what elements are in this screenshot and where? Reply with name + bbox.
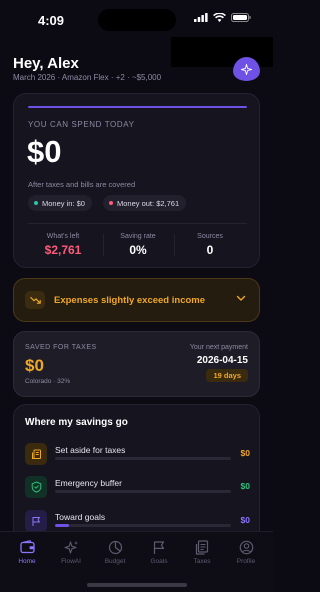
next-payment-date: 2026-04-15	[196, 355, 248, 366]
money-out-chip[interactable]: Money out: $2,761	[103, 195, 187, 211]
stat-label: Saving rate	[120, 233, 156, 240]
dynamic-island	[98, 9, 176, 31]
tab-label: Taxes	[193, 558, 211, 565]
money-out-dot	[109, 201, 113, 205]
savings-row-amount: $0	[240, 481, 250, 491]
tab-label: Budget	[104, 558, 126, 565]
tab-taxes[interactable]: Taxes	[182, 539, 222, 565]
document-icon	[182, 539, 222, 555]
money-in-label: Money in: $0	[42, 198, 85, 208]
divider	[28, 223, 247, 224]
savings-progress-track	[55, 524, 231, 527]
status-icons	[194, 13, 251, 22]
days-badge: 19 days	[206, 369, 248, 382]
stat-value: $2,761	[44, 243, 82, 257]
stat-label: Sources	[197, 233, 223, 240]
taxes-card[interactable]: SAVED FOR TAXES $0 Colorado · 32% Your n…	[13, 331, 260, 397]
shield-icon	[25, 476, 47, 498]
signal-icon	[194, 13, 208, 22]
taxes-label: SAVED FOR TAXES	[25, 344, 97, 351]
savings-row-name: Toward goals	[55, 512, 106, 522]
sparkle-icon	[51, 539, 91, 555]
tab-profile[interactable]: Profile	[226, 539, 266, 565]
money-out-label: Money out: $2,761	[117, 198, 180, 208]
stat-saving-rate: Saving rate 0%	[103, 233, 173, 257]
taxes-value: $0	[25, 356, 44, 375]
tab-label: Home	[18, 558, 36, 565]
stat-sources: Sources 0	[175, 233, 245, 257]
tab-home[interactable]: Home	[7, 539, 47, 565]
savings-card: Where my savings go Set aside for taxes …	[13, 404, 260, 534]
spend-today-card[interactable]: YOU CAN SPEND TODAY $0 After taxes and b…	[13, 93, 260, 268]
battery-icon	[231, 13, 251, 22]
savings-progress-track	[55, 490, 231, 493]
tab-budget[interactable]: Budget	[95, 539, 135, 565]
savings-row-amount: $0	[240, 515, 250, 525]
status-bar: 4:09	[0, 0, 273, 40]
flag-icon	[139, 539, 179, 555]
sparkle-icon	[241, 63, 252, 75]
card-accent-line	[28, 106, 247, 108]
stat-value: 0%	[129, 243, 147, 257]
alert-text: Expenses slightly exceed income	[54, 295, 206, 306]
savings-row-name: Emergency buffer	[55, 478, 122, 488]
next-payment-label: Your next payment	[189, 344, 248, 351]
tab-goals[interactable]: Goals	[139, 539, 179, 565]
savings-row-emergency[interactable]: Emergency buffer $0	[25, 476, 250, 500]
money-in-dot	[34, 201, 38, 205]
home-indicator	[87, 583, 187, 587]
savings-row-name: Set aside for taxes	[55, 445, 126, 455]
money-in-chip[interactable]: Money in: $0	[28, 195, 92, 211]
greeting-title: Hey, Alex	[13, 55, 79, 72]
savings-progress-track	[55, 457, 231, 460]
spend-label: YOU CAN SPEND TODAY	[28, 120, 135, 129]
spend-value: $0	[27, 134, 62, 169]
savings-row-amount: $0	[240, 448, 250, 458]
tab-flowai[interactable]: FlowAI	[51, 539, 91, 565]
greeting-subtitle: March 2026 · Amazon Flex · +2 · ~$5,000	[13, 73, 162, 82]
stat-whats-left: What's left $2,761	[28, 233, 98, 257]
status-time: 4:09	[38, 13, 65, 28]
receipt-icon	[25, 443, 47, 465]
savings-title: Where my savings go	[25, 417, 128, 428]
stat-value: 0	[206, 243, 214, 257]
trend-down-icon	[25, 291, 45, 309]
pie-icon	[95, 539, 135, 555]
taxes-location: Colorado · 32%	[25, 378, 71, 385]
savings-row-taxes[interactable]: Set aside for taxes $0	[25, 443, 250, 467]
spend-note: After taxes and bills are covered	[28, 180, 136, 189]
chevron-down-icon[interactable]	[236, 295, 246, 302]
tab-label: Goals	[150, 558, 168, 565]
person-icon	[226, 539, 266, 555]
tab-label: FlowAI	[61, 558, 81, 565]
savings-progress-fill	[55, 524, 70, 527]
wifi-icon	[213, 13, 226, 22]
wallet-icon	[7, 539, 47, 555]
ai-assistant-button[interactable]	[233, 57, 260, 81]
expense-alert[interactable]: Expenses slightly exceed income	[13, 278, 260, 322]
flag-icon	[25, 510, 47, 532]
tab-label: Profile	[236, 558, 256, 565]
stat-label: What's left	[46, 233, 80, 240]
